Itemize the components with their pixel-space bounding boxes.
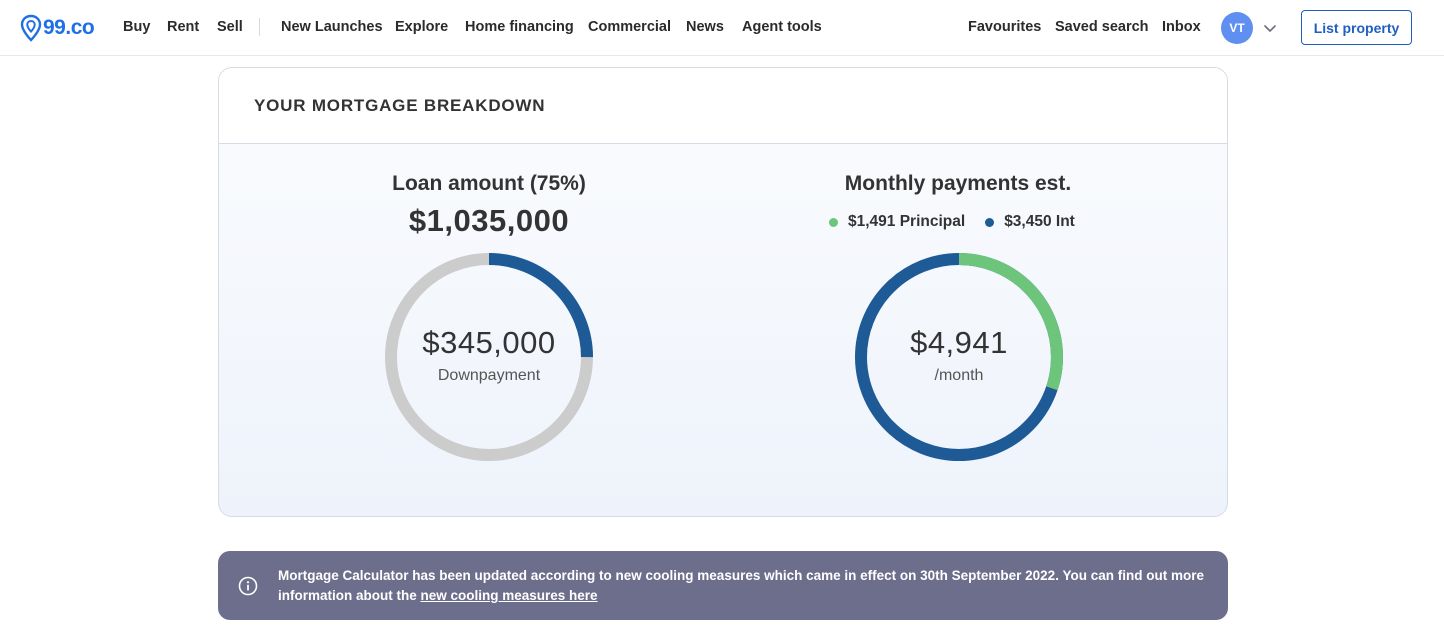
nav-rent[interactable]: Rent — [167, 18, 199, 36]
logo-text: 99.co — [43, 16, 95, 39]
nav-news[interactable]: News — [686, 18, 724, 36]
principal-label: $1,491 Principal — [848, 213, 966, 230]
legend-interest: $3,450 Int — [985, 213, 1075, 231]
banner-text: Mortgage Calculator has been updated acc… — [278, 568, 1204, 603]
nav-commercial[interactable]: Commercial — [588, 18, 671, 36]
nav-sell[interactable]: Sell — [217, 18, 243, 36]
nav-favourites[interactable]: Favourites — [968, 18, 1041, 36]
nav-buy[interactable]: Buy — [123, 18, 150, 36]
nav-inbox[interactable]: Inbox — [1162, 18, 1201, 36]
monthly-total-value: $4,941 — [910, 325, 1008, 360]
cooling-measures-banner: Mortgage Calculator has been updated acc… — [218, 551, 1228, 620]
legend-principal: $1,491 Principal — [829, 213, 965, 231]
per-month-label: /month — [934, 367, 984, 384]
banner-message: Mortgage Calculator has been updated acc… — [278, 566, 1208, 606]
nav-home-financing[interactable]: Home financing — [465, 18, 574, 36]
loan-amount-title: Loan amount (75%) — [392, 172, 586, 195]
logo[interactable]: 99.co — [20, 13, 95, 43]
top-navigation: 99.co Buy Rent Sell New Launches Explore… — [0, 0, 1444, 56]
nav-divider — [259, 18, 260, 36]
info-icon — [238, 576, 258, 596]
nav-agent-tools[interactable]: Agent tools — [742, 18, 822, 36]
interest-label: $3,450 Int — [1004, 213, 1075, 230]
downpayment-value: $345,000 — [422, 325, 556, 360]
nav-new-launches[interactable]: New Launches — [281, 18, 383, 36]
nav-explore[interactable]: Explore — [395, 18, 448, 36]
principal-dot — [829, 217, 838, 227]
card-header: YOUR MORTGAGE BREAKDOWN — [219, 68, 1227, 144]
loan-amount-value: $1,035,000 — [408, 203, 570, 238]
monthly-legend: $1,491 Principal $3,450 Int — [829, 213, 1095, 231]
list-property-button[interactable]: List property — [1301, 10, 1412, 45]
cooling-measures-link[interactable]: new cooling measures here — [421, 588, 598, 603]
downpayment-center: $345,000 Downpayment — [383, 325, 595, 385]
nav-saved-search[interactable]: Saved search — [1055, 18, 1149, 36]
chevron-down-icon[interactable] — [1262, 20, 1278, 36]
avatar[interactable]: VT — [1221, 12, 1253, 44]
monthly-payments-title: Monthly payments est. — [844, 172, 1072, 195]
location-pin-icon — [20, 14, 42, 42]
interest-dot — [985, 217, 995, 227]
mortgage-breakdown-card: YOUR MORTGAGE BREAKDOWN Loan amount (75%… — [218, 67, 1228, 517]
card-title: YOUR MORTGAGE BREAKDOWN — [254, 95, 546, 115]
downpayment-label: Downpayment — [437, 367, 541, 384]
monthly-center: $4,941 /month — [853, 325, 1065, 385]
